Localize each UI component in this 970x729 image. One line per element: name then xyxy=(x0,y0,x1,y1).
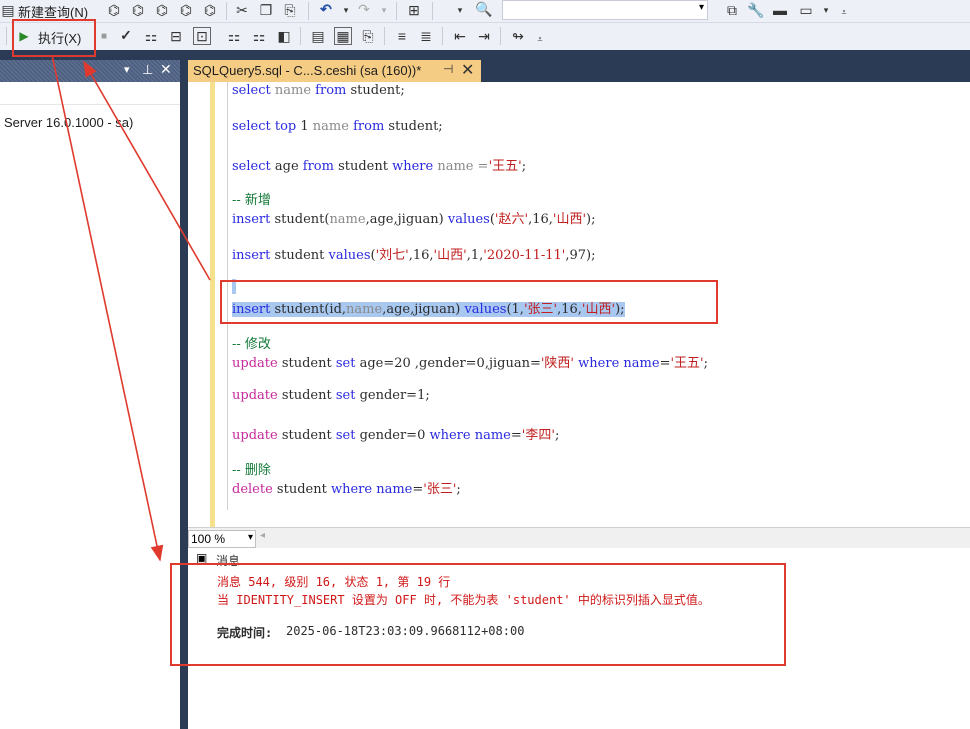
paste-icon[interactable]: ⎘ xyxy=(282,2,298,18)
cut-icon[interactable]: ✂ xyxy=(234,2,250,18)
sql-editor-toolbar: ▶ 执行(X) ■ ✓ ⚏ ⊟ ⊡ ⚏ ⚏ ◧ ▤ ▦ ⎘ ≡ ≣ ⇤ ⇥ ↬ … xyxy=(0,23,970,50)
zoom-value: 100 % xyxy=(191,532,226,546)
dropdown-icon[interactable]: ▾ xyxy=(124,63,130,76)
change-tracking-margin xyxy=(210,82,215,527)
code-comment[interactable]: -- 新增 xyxy=(232,189,271,208)
tab-title: SQLQuery5.sql - C...S.ceshi (sa (160))* xyxy=(193,63,422,78)
include-plan-icon[interactable]: ⚏ xyxy=(226,28,242,44)
dax-query-icon[interactable]: ⌬ xyxy=(178,2,194,18)
tab-strip xyxy=(481,60,970,82)
toolbar-separator xyxy=(396,2,397,20)
pin-icon[interactable]: ⊣ xyxy=(443,62,453,76)
annotation-error-box xyxy=(170,563,786,666)
terminal-icon[interactable]: ▭ xyxy=(798,2,814,18)
wrench-icon[interactable]: 🔧 xyxy=(747,2,764,18)
annotation-insert-box xyxy=(220,280,718,324)
find-icon[interactable]: 🔍 xyxy=(475,1,492,17)
customize-toolbar-icon[interactable]: ⩡ xyxy=(836,4,852,20)
toolbar-separator xyxy=(500,27,501,45)
code-line[interactable]: insert student(name,age,jiguan) values('… xyxy=(232,208,596,227)
client-stats-icon[interactable]: ◧ xyxy=(276,28,292,44)
toolbar-separator xyxy=(300,27,301,45)
outdent-icon[interactable]: ⇤ xyxy=(452,28,468,44)
overflow-dropdown-icon[interactable]: ▾ xyxy=(452,2,468,18)
toolbar-separator xyxy=(432,2,433,20)
terminal-dropdown-icon[interactable]: ▾ xyxy=(818,2,834,18)
indent-icon[interactable]: ⇥ xyxy=(476,28,492,44)
undo-icon[interactable]: ↶ xyxy=(318,1,334,17)
code-line[interactable]: delete student where name='张三'; xyxy=(232,478,461,497)
window-frame xyxy=(0,50,970,60)
stop-icon[interactable]: ■ xyxy=(96,28,112,44)
intellisense-icon[interactable]: ⊟ xyxy=(168,28,184,44)
code-comment[interactable]: -- 修改 xyxy=(232,333,271,352)
object-explorer: Server 16.0.1000 - sa) xyxy=(0,82,180,729)
new-query-icon[interactable]: ▤ xyxy=(0,2,16,18)
results-grid-icon[interactable]: ⊡ xyxy=(193,27,211,45)
code-comment[interactable]: -- 删除 xyxy=(232,459,271,478)
standard-toolbar: ▤ 新建查询(N) ⌬ ⌬ ⌬ ⌬ ⌬ ✂ ❐ ⎘ ↶ ▾ ↷ ▾ ⊞ ▾ 🔍 … xyxy=(0,0,970,23)
pin-icon[interactable]: ⊥ xyxy=(142,62,153,78)
object-explorer-header: ▾ ⊥ ✕ xyxy=(0,60,180,82)
dmx-query-icon[interactable]: ⌬ xyxy=(130,2,146,18)
code-line[interactable]: select top 1 name from student; xyxy=(232,119,443,134)
search-combo[interactable]: ▾ xyxy=(502,0,708,20)
code-line[interactable]: select age from student where name ='王五'… xyxy=(232,155,526,174)
specify-values-icon[interactable]: ↬ xyxy=(510,28,526,44)
annotation-execute-box xyxy=(12,19,96,57)
xmla-query-icon[interactable]: ⌬ xyxy=(154,2,170,18)
zoom-select[interactable]: 100 % ▾ xyxy=(188,530,256,548)
analysis-icon[interactable]: ⌬ xyxy=(202,2,218,18)
query-plan-icon[interactable]: ⚏ xyxy=(143,28,159,44)
results-to-file-icon[interactable]: ⎘ xyxy=(360,28,376,44)
chevron-down-icon: ▾ xyxy=(698,2,704,13)
activity-monitor-icon[interactable]: ⧉ xyxy=(724,2,740,18)
code-line[interactable]: update student set gender=1; xyxy=(232,388,430,403)
code-line[interactable]: select name from student; xyxy=(232,83,405,98)
close-icon[interactable]: ✕ xyxy=(160,61,172,78)
toolbar-separator xyxy=(226,2,227,20)
object-explorer-toolbar xyxy=(0,82,180,105)
close-icon[interactable]: ✕ xyxy=(461,60,474,80)
uncomment-icon[interactable]: ≣ xyxy=(418,28,434,44)
chevron-down-icon: ▾ xyxy=(247,532,253,543)
results-to-text-icon[interactable]: ▤ xyxy=(310,28,326,44)
toolbar-separator xyxy=(384,27,385,45)
scroll-left-icon[interactable]: ◂ xyxy=(260,530,265,541)
mdx-query-icon[interactable]: ⌬ xyxy=(106,2,122,18)
solution-explorer-icon[interactable]: ⊞ xyxy=(406,2,422,18)
toolbar-separator xyxy=(442,27,443,45)
results-to-grid-icon[interactable]: ▦ xyxy=(334,27,352,45)
tab-sqlquery5[interactable]: SQLQuery5.sql - C...S.ceshi (sa (160))* … xyxy=(188,60,481,82)
redo-icon[interactable]: ↷ xyxy=(356,1,372,17)
toolbar-separator xyxy=(6,27,7,45)
code-line[interactable]: update student set gender=0 where name='… xyxy=(232,424,559,443)
parse-checkmark-icon[interactable]: ✓ xyxy=(118,27,134,43)
copy-icon[interactable]: ❐ xyxy=(258,2,274,18)
redo-dropdown-icon[interactable]: ▾ xyxy=(376,2,392,18)
code-line[interactable]: update student set age=20 ,gender=0,jigu… xyxy=(232,352,708,371)
server-node[interactable]: Server 16.0.1000 - sa) xyxy=(4,115,133,130)
comment-icon[interactable]: ≡ xyxy=(394,28,410,44)
undo-dropdown-icon[interactable]: ▾ xyxy=(338,2,354,18)
toolbox-icon[interactable]: ▬ xyxy=(772,2,788,18)
code-line[interactable]: insert student values('刘七',16,'山西',1,'20… xyxy=(232,244,596,263)
toolbar-separator xyxy=(308,2,309,20)
customize-toolbar-icon[interactable]: ⩡ xyxy=(532,31,548,47)
zoom-bar: 100 % ▾ ◂ xyxy=(188,527,970,548)
live-stats-icon[interactable]: ⚏ xyxy=(251,28,267,44)
